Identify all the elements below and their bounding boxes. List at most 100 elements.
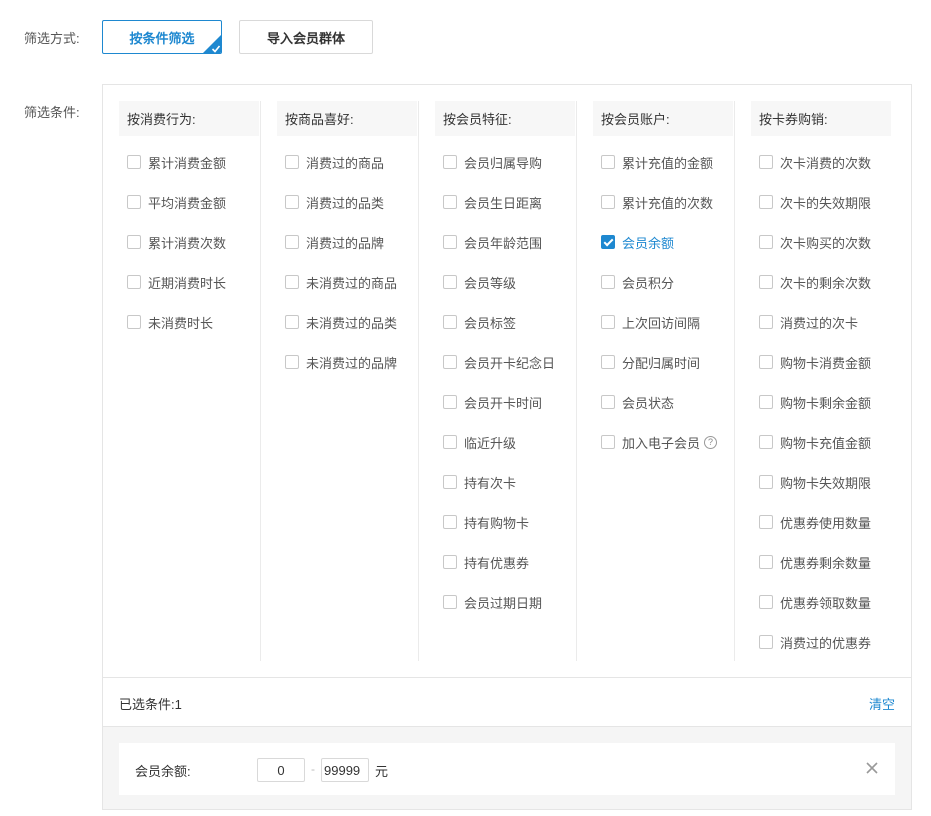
checkbox[interactable] <box>759 515 773 529</box>
checkbox[interactable] <box>759 555 773 569</box>
checkbox[interactable] <box>759 635 773 649</box>
condition-option[interactable]: 未消费过的品类 <box>285 313 397 331</box>
condition-option[interactable]: 优惠券剩余数量 <box>759 553 871 571</box>
column-header: 按会员特征: <box>435 101 575 136</box>
condition-option[interactable]: 分配归属时间 <box>601 353 700 371</box>
checkbox[interactable] <box>601 275 615 289</box>
condition-option[interactable]: 消费过的次卡 <box>759 313 858 331</box>
checkbox[interactable] <box>759 275 773 289</box>
clear-button[interactable]: 清空 <box>869 694 895 713</box>
checkbox[interactable] <box>443 435 457 449</box>
checkbox[interactable] <box>601 435 615 449</box>
condition-option[interactable]: 会员归属导购 <box>443 153 542 171</box>
max-value-input[interactable] <box>321 758 369 782</box>
checkbox[interactable] <box>443 475 457 489</box>
help-icon[interactable]: ? <box>704 435 718 449</box>
condition-option[interactable]: 未消费过的商品 <box>285 273 397 291</box>
condition-option[interactable]: 会员状态 <box>601 393 674 411</box>
condition-option[interactable]: 消费过的品类 <box>285 193 384 211</box>
checkbox[interactable] <box>443 595 457 609</box>
condition-option[interactable]: 会员开卡纪念日 <box>443 353 555 371</box>
checkbox[interactable] <box>285 315 299 329</box>
condition-option[interactable]: 购物卡剩余金额 <box>759 393 871 411</box>
condition-option[interactable]: 累计消费次数 <box>127 233 226 251</box>
checkbox[interactable] <box>759 595 773 609</box>
checkbox[interactable] <box>443 195 457 209</box>
checkbox[interactable] <box>601 315 615 329</box>
checkbox[interactable] <box>601 355 615 369</box>
condition-option[interactable]: 上次回访间隔 <box>601 313 700 331</box>
checkbox[interactable] <box>443 355 457 369</box>
checkbox[interactable] <box>601 395 615 409</box>
condition-option[interactable]: 次卡购买的次数 <box>759 233 871 251</box>
checkbox[interactable] <box>443 315 457 329</box>
checkbox-checked[interactable] <box>601 235 615 249</box>
checkbox[interactable] <box>443 235 457 249</box>
condition-option[interactable]: 消费过的品牌 <box>285 233 384 251</box>
checkbox[interactable] <box>443 155 457 169</box>
condition-option[interactable]: 会员过期日期 <box>443 593 542 611</box>
remove-condition-icon[interactable] <box>865 761 879 775</box>
checkbox[interactable] <box>127 315 141 329</box>
checkbox[interactable] <box>127 235 141 249</box>
condition-option[interactable]: 平均消费金额 <box>127 193 226 211</box>
condition-option[interactable]: 次卡消费的次数 <box>759 153 871 171</box>
checkbox[interactable] <box>443 275 457 289</box>
min-value-input[interactable] <box>257 758 305 782</box>
checkbox[interactable] <box>285 195 299 209</box>
condition-option[interactable]: 累计充值的金额 <box>601 153 713 171</box>
import-member-group-button[interactable]: 导入会员群体 <box>239 20 373 54</box>
checkbox[interactable] <box>285 235 299 249</box>
condition-option[interactable]: 会员等级 <box>443 273 516 291</box>
condition-option-label: 会员归属导购 <box>464 155 543 171</box>
condition-option[interactable]: 未消费过的品牌 <box>285 353 397 371</box>
condition-option[interactable]: 消费过的优惠券 <box>759 633 871 651</box>
condition-option-label: 优惠券使用数量 <box>780 515 872 531</box>
condition-option[interactable]: 持有优惠券 <box>443 553 529 571</box>
checkbox[interactable] <box>759 395 773 409</box>
condition-option[interactable]: 近期消费时长 <box>127 273 226 291</box>
condition-option[interactable]: 购物卡充值金额 <box>759 433 871 451</box>
checkbox[interactable] <box>127 275 141 289</box>
condition-option[interactable]: 会员余额 <box>601 233 674 251</box>
condition-option[interactable]: 累计充值的次数 <box>601 193 713 211</box>
checkbox[interactable] <box>285 355 299 369</box>
condition-option[interactable]: 持有次卡 <box>443 473 516 491</box>
checkbox[interactable] <box>759 435 773 449</box>
condition-option[interactable]: 会员年龄范围 <box>443 233 542 251</box>
checkbox[interactable] <box>759 195 773 209</box>
condition-option[interactable]: 购物卡失效期限 <box>759 473 871 491</box>
condition-option[interactable]: 临近升级 <box>443 433 516 451</box>
condition-option[interactable]: 会员开卡时间 <box>443 393 542 411</box>
checkbox[interactable] <box>759 235 773 249</box>
checkbox[interactable] <box>759 355 773 369</box>
condition-option[interactable]: 会员生日距离 <box>443 193 542 211</box>
condition-option[interactable]: 累计消费金额 <box>127 153 226 171</box>
condition-option[interactable]: 持有购物卡 <box>443 513 529 531</box>
condition-option[interactable]: 购物卡消费金额 <box>759 353 871 371</box>
checkbox[interactable] <box>759 475 773 489</box>
condition-option[interactable]: 次卡的剩余次数 <box>759 273 871 291</box>
condition-option[interactable]: 未消费时长 <box>127 313 213 331</box>
condition-option[interactable]: 会员积分 <box>601 273 674 291</box>
condition-option[interactable]: 会员标签 <box>443 313 516 331</box>
filter-by-conditions-button[interactable]: 按条件筛选 <box>102 20 222 54</box>
checkbox[interactable] <box>127 195 141 209</box>
checkbox[interactable] <box>127 155 141 169</box>
checkbox[interactable] <box>601 155 615 169</box>
checkbox[interactable] <box>285 155 299 169</box>
checkbox[interactable] <box>601 195 615 209</box>
condition-option[interactable]: 优惠券使用数量 <box>759 513 871 531</box>
checkbox[interactable] <box>443 555 457 569</box>
unit-label: 元 <box>375 764 389 779</box>
checkbox[interactable] <box>759 155 773 169</box>
checkbox[interactable] <box>759 315 773 329</box>
selected-condition-row: 会员余额: - 元 <box>119 743 895 795</box>
checkbox[interactable] <box>443 515 457 529</box>
condition-option[interactable]: 优惠券领取数量 <box>759 593 871 611</box>
checkbox[interactable] <box>285 275 299 289</box>
condition-option[interactable]: 次卡的失效期限 <box>759 193 871 211</box>
condition-option[interactable]: 消费过的商品 <box>285 153 384 171</box>
checkbox[interactable] <box>443 395 457 409</box>
condition-option[interactable]: 加入电子会员? <box>601 433 718 451</box>
